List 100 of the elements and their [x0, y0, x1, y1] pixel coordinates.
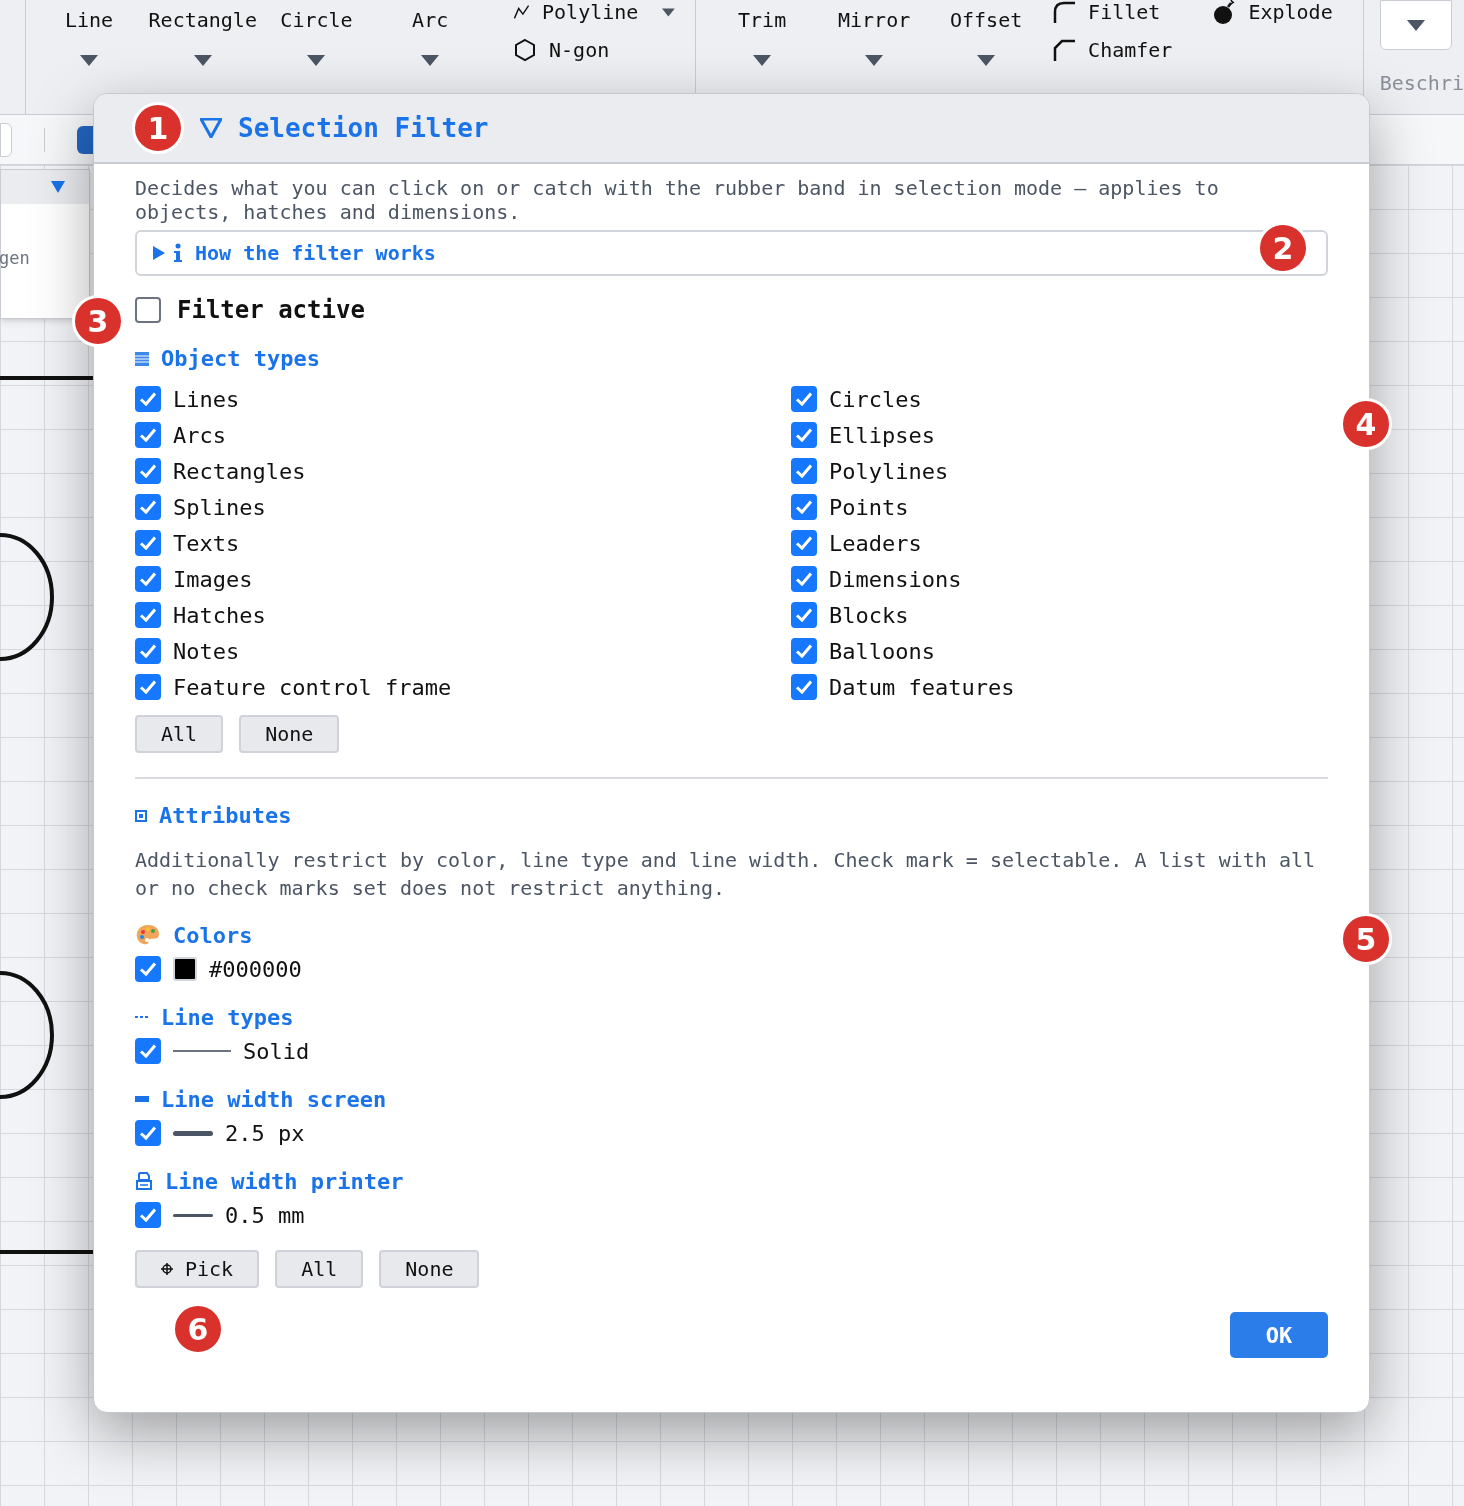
checkbox[interactable] [135, 566, 161, 592]
filter-icon [200, 118, 222, 138]
caret-icon [977, 55, 996, 66]
ribbon-tool-button[interactable]: N-gon [513, 36, 676, 64]
step-badge: 1 [132, 102, 184, 154]
ribbon-tool-button[interactable]: Arc [375, 0, 486, 66]
checkbox[interactable] [135, 530, 161, 556]
checkbox-label: Blocks [829, 601, 909, 630]
checkbox-label: Images [173, 565, 253, 594]
checkbox[interactable] [135, 602, 161, 628]
step-badge: 4 [1340, 398, 1392, 450]
checkmark-icon [139, 1124, 157, 1142]
checkbox-label: Balloons [829, 637, 935, 666]
checkbox-label: 0.5 mm [225, 1201, 305, 1230]
group-heading: Colors [173, 921, 253, 950]
checkbox-label: Arcs [173, 421, 226, 450]
panel-text: gen [0, 247, 31, 270]
checkmark-icon [139, 678, 157, 696]
checkbox[interactable] [791, 458, 817, 484]
square-icon [135, 809, 147, 822]
checkmark-icon [139, 462, 157, 480]
select-button[interactable]: None [239, 715, 340, 753]
select-button[interactable]: All [135, 715, 224, 753]
checkmark-icon [139, 606, 157, 624]
ribbon-tool-button[interactable]: Explode [1212, 0, 1333, 26]
group-heading: Line types [161, 1003, 294, 1032]
description: Additionally restrict by color, line type and line width. Check mark = selectable. A list with all or no check marks set does not restrict anything. [135, 847, 1317, 902]
ribbon-tool-button[interactable]: Circle [261, 0, 372, 66]
checkmark-icon [795, 534, 813, 552]
ribbon-tool-button[interactable]: Trim [708, 0, 817, 66]
checkmark-icon [139, 1206, 157, 1224]
line-sample [173, 1130, 213, 1136]
ribbon-tool-button[interactable]: Line [34, 0, 144, 66]
ribbon-tool-button[interactable]: Rectangle [147, 0, 258, 66]
checkmark-icon [795, 462, 813, 480]
ribbon-tool-button[interactable]: Fillet [1052, 0, 1173, 26]
checkbox[interactable] [791, 566, 817, 592]
checkbox[interactable] [791, 422, 817, 448]
checkbox[interactable] [135, 422, 161, 448]
checkmark-icon [139, 1042, 157, 1060]
caret-icon [80, 55, 99, 66]
crosshair-icon [161, 1263, 173, 1275]
ribbon-tool-button[interactable]: Chamfer [1052, 36, 1173, 64]
pick-button[interactable]: Pick [135, 1250, 260, 1288]
printer-icon [135, 1171, 153, 1191]
checkbox[interactable] [791, 638, 817, 664]
checkbox[interactable] [791, 494, 817, 520]
dropdown-button[interactable] [1379, 0, 1452, 50]
caret-icon [193, 55, 212, 66]
checkmark-icon [139, 426, 157, 444]
checkbox-label: Feature control frame [173, 673, 452, 702]
group-heading: Line width printer [165, 1167, 404, 1196]
checkbox[interactable] [791, 674, 817, 700]
checkbox[interactable] [791, 602, 817, 628]
line-sample [173, 1213, 213, 1217]
checkbox[interactable] [135, 1038, 161, 1064]
caret-icon [753, 55, 772, 66]
dropdown-caret-icon [662, 6, 676, 18]
ribbon-tool-button[interactable]: Polyline [513, 0, 676, 26]
ribbon-group-label: Beschri [1379, 70, 1464, 97]
line-sample [173, 1050, 231, 1052]
checkbox[interactable] [135, 1120, 161, 1146]
checkmark-icon [795, 678, 813, 696]
bomb-icon [1212, 0, 1237, 25]
dialog-title: Selection Filter [238, 111, 489, 145]
section-heading: Attributes [159, 802, 292, 830]
ok-button[interactable]: OK [1230, 1312, 1328, 1358]
checkbox-label: 2.5 px [225, 1119, 305, 1148]
checkbox-label: Solid [243, 1037, 310, 1066]
checkbox[interactable] [135, 494, 161, 520]
checkmark-icon [795, 390, 813, 408]
checkbox[interactable] [135, 1202, 161, 1228]
checkbox[interactable] [135, 638, 161, 664]
step-badge: 5 [1340, 913, 1392, 965]
ribbon-tool-button[interactable]: Mirror [820, 0, 929, 66]
checkbox[interactable] [135, 297, 161, 323]
fillet-icon [1052, 0, 1077, 24]
section-heading: Object types [161, 345, 320, 373]
palette-icon [135, 923, 161, 947]
caret-icon [421, 55, 440, 66]
checkbox[interactable] [791, 530, 817, 556]
checkbox[interactable] [135, 956, 161, 982]
ribbon-tool-button[interactable]: Offset [932, 0, 1041, 66]
checkbox-label: Filter active [177, 295, 365, 326]
checkbox-label: Notes [173, 637, 240, 666]
checkbox[interactable] [135, 674, 161, 700]
checkbox-label: Polylines [829, 457, 949, 486]
checkmark-icon [139, 390, 157, 408]
checkbox-label: Circles [829, 385, 922, 414]
select-button[interactable]: All [275, 1250, 364, 1288]
checkbox-label: Leaders [829, 529, 922, 558]
dashed-line-icon [135, 1015, 149, 1019]
checkmark-icon [139, 570, 157, 588]
checkmark-icon [139, 534, 157, 552]
checkbox[interactable] [791, 386, 817, 412]
checkbox-label: #000000 [209, 955, 302, 984]
checkbox-label: Ellipses [829, 421, 935, 450]
checkbox[interactable] [135, 458, 161, 484]
select-button[interactable]: None [379, 1250, 480, 1288]
checkbox[interactable] [135, 386, 161, 412]
